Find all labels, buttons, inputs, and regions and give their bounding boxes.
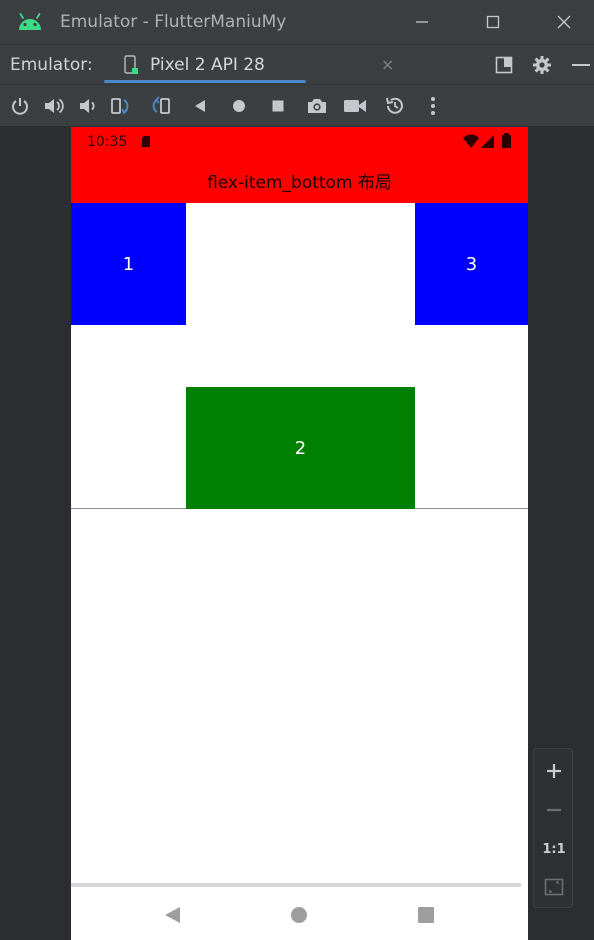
volume-down-button[interactable] [76, 94, 100, 118]
wifi-icon [463, 134, 479, 148]
volume-up-button[interactable] [42, 94, 66, 118]
close-icon [557, 15, 571, 29]
rotate-left-icon [111, 98, 129, 115]
flex-item-label: 1 [122, 253, 135, 275]
home-button[interactable] [227, 94, 251, 118]
tab-label: Pixel 2 API 28 [150, 55, 265, 75]
rotate-left-button[interactable] [110, 94, 134, 118]
nav-back-button[interactable] [162, 905, 182, 925]
minimize-icon [416, 21, 428, 23]
snapshot-restore-icon [386, 97, 403, 114]
tab-pixel-2-api-28[interactable]: Pixel 2 API 28 × [104, 45, 394, 85]
flex-item-3: 3 [415, 203, 528, 325]
flex-item-1: 1 [71, 203, 186, 325]
zoom-in-button[interactable] [534, 756, 574, 786]
battery-icon [502, 133, 511, 148]
more-options-button[interactable] [421, 94, 445, 118]
android-navigation-bar [71, 887, 528, 940]
rotate-right-icon [152, 96, 170, 114]
flex-item-2: 2 [186, 387, 415, 509]
minimize-button[interactable] [408, 8, 436, 36]
android-status-bar: 10:35 [71, 127, 528, 155]
zoom-actual-size-button[interactable]: 1:1 [534, 834, 574, 864]
flex-item-label: 2 [294, 437, 307, 459]
screenshot-button[interactable] [305, 94, 329, 118]
home-circle-icon [233, 100, 245, 112]
fit-screen-icon [544, 878, 564, 896]
flex-container: 1 2 3 [71, 203, 528, 509]
status-time: 10:35 [87, 134, 128, 150]
nav-back-icon [165, 907, 180, 923]
device-phone-icon [124, 55, 138, 74]
window-title-bar: Emulator - FlutterManiuMy [0, 0, 594, 44]
layout-toggle-button[interactable] [492, 53, 516, 77]
rotate-right-button[interactable] [148, 94, 172, 118]
nav-recents-icon [418, 907, 434, 923]
overview-button[interactable] [266, 94, 290, 118]
power-icon [12, 98, 28, 115]
nav-recents-button[interactable] [416, 905, 436, 925]
nav-home-button[interactable] [289, 905, 309, 925]
power-button[interactable] [8, 94, 32, 118]
zoom-panel: 1:1 [533, 748, 573, 908]
window-title: Emulator - FlutterManiuMy [60, 12, 287, 32]
screen-record-button[interactable] [343, 94, 367, 118]
volume-down-icon [80, 99, 95, 113]
camera-icon [308, 99, 326, 113]
gear-icon [533, 56, 551, 74]
back-triangle-icon [195, 100, 205, 112]
maximize-button[interactable] [479, 8, 507, 36]
device-screen[interactable]: 10:35 flex-item_bottom 布局 1 2 3 [71, 127, 528, 940]
android-icon [19, 13, 41, 30]
more-vertical-icon [431, 97, 435, 115]
flex-item-label: 3 [465, 253, 478, 275]
layout-icon [495, 56, 513, 74]
snapshot-button[interactable] [383, 94, 407, 118]
zoom-out-button[interactable] [534, 795, 574, 825]
app-bar: flex-item_bottom 布局 [71, 155, 528, 203]
zoom-fit-button[interactable] [534, 872, 574, 902]
plus-icon [547, 764, 561, 778]
overview-square-icon [272, 100, 284, 112]
sd-card-icon [142, 136, 150, 147]
app-bar-title: flex-item_bottom 布局 [207, 173, 392, 193]
hide-panel-button[interactable] [569, 53, 593, 77]
nav-home-icon [291, 907, 307, 923]
tab-close-icon[interactable]: × [381, 55, 394, 74]
maximize-icon [486, 15, 500, 29]
back-button[interactable] [188, 94, 212, 118]
minus-icon [572, 64, 590, 66]
cell-signal-icon [481, 135, 494, 148]
emulator-toolbar [0, 84, 594, 126]
active-tab-indicator [104, 80, 306, 83]
volume-up-icon [45, 98, 64, 114]
close-window-button[interactable] [550, 8, 578, 36]
emulator-tab-bar: Emulator: Pixel 2 API 28 × [0, 44, 594, 84]
emulator-label: Emulator: [10, 55, 93, 75]
minus-icon [547, 808, 561, 812]
settings-button[interactable] [530, 53, 554, 77]
video-camera-icon [344, 100, 366, 112]
